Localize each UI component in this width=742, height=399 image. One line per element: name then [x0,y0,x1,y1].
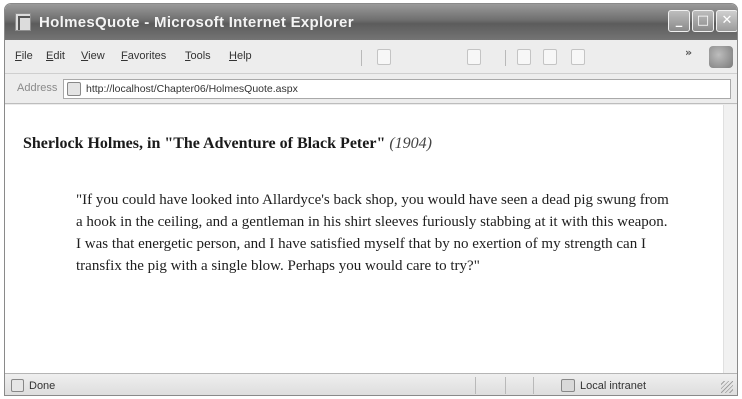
minimize-button[interactable]: _ [668,10,690,32]
title-bar[interactable]: HolmesQuote - Microsoft Internet Explore… [5,4,737,40]
favorites-icon[interactable] [543,49,557,65]
status-panel-divider [533,377,534,394]
resize-grip[interactable] [721,381,733,393]
menu-favorites[interactable]: Favorites [121,50,166,62]
quote-text: "If you could have looked into Allardyce… [76,192,669,274]
maximize-button[interactable]: □ [692,10,714,32]
browser-window: HolmesQuote - Microsoft Internet Explore… [4,3,738,396]
security-zone: Local intranet [580,380,647,392]
close-button[interactable]: ✕ [716,10,737,32]
page-content: Sherlock Holmes, in "The Adventure of Bl… [5,105,723,373]
window-title: HolmesQuote - Microsoft Internet Explore… [39,14,354,31]
stop-icon[interactable] [377,49,391,65]
local-intranet-icon [561,379,575,392]
address-input[interactable]: http://localhost/Chapter06/HolmesQuote.a… [63,79,731,99]
menu-tools[interactable]: Tools [185,50,211,62]
heading-story: "The Adventure of Black Peter" [164,135,386,152]
menu-edit[interactable]: Edit [46,50,65,62]
history-icon[interactable] [571,49,585,65]
status-bar: Done Local intranet [5,373,737,395]
page-icon [67,82,81,96]
heading-year: (1904) [389,135,432,152]
status-panel-divider [505,377,506,394]
heading-person: Sherlock Holmes, in [23,135,161,152]
page-heading: Sherlock Holmes, in "The Adventure of Bl… [23,135,432,153]
vertical-scrollbar[interactable] [723,105,737,373]
windows-logo-icon [709,46,733,68]
menu-file[interactable]: File [15,50,33,62]
home-icon[interactable] [517,49,531,65]
address-url: http://localhost/Chapter06/HolmesQuote.a… [86,83,298,95]
toolbar-separator [361,50,362,66]
page-done-icon [11,379,24,392]
toolbar-separator [505,50,506,66]
address-label: Address [17,82,58,94]
menu-bar: File Edit View Favorites Tools Help » [5,40,737,74]
address-bar: Address http://localhost/Chapter06/Holme… [5,74,737,104]
menu-view[interactable]: View [81,50,105,62]
refresh-icon[interactable] [467,49,481,65]
status-panel-divider [475,377,476,394]
toolbar-overflow-chevron[interactable]: » [685,46,692,59]
ie-page-icon [15,13,31,31]
menu-help[interactable]: Help [229,50,252,62]
status-text: Done [29,380,56,392]
